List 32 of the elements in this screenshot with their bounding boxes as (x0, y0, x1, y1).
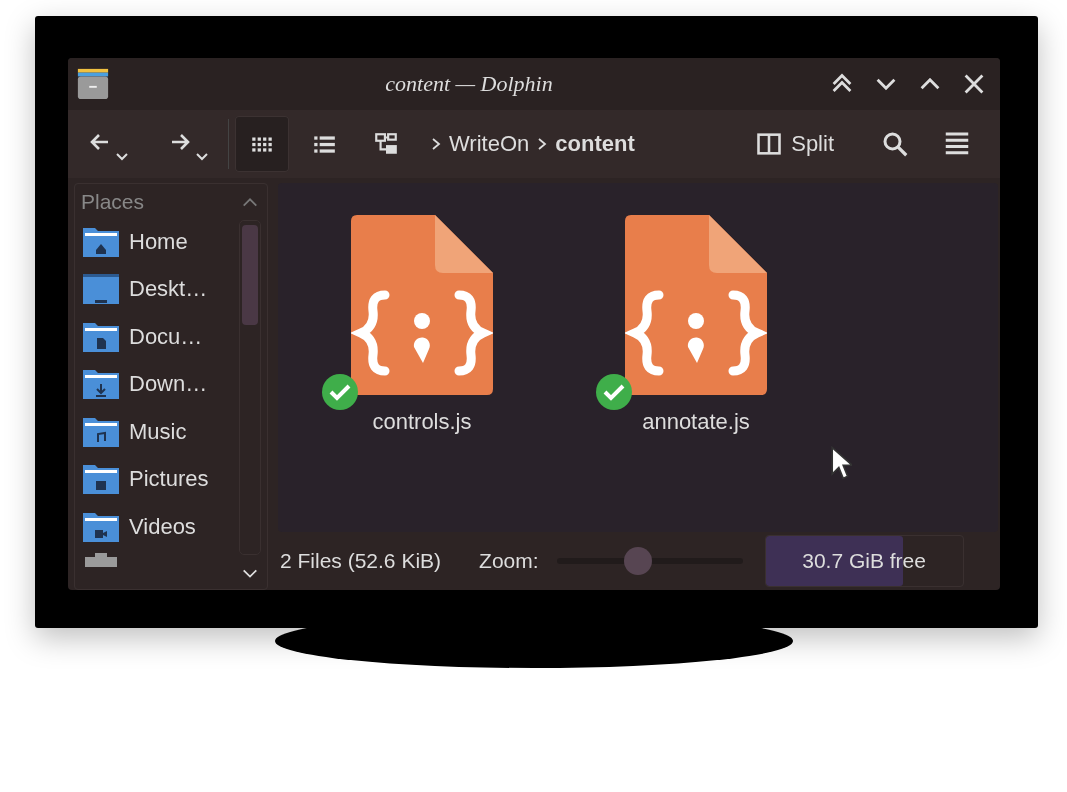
tree-icon (373, 131, 399, 157)
desktop-icon (83, 272, 119, 307)
file-name[interactable]: controls.js (372, 409, 472, 435)
breadcrumb-item[interactable]: content (555, 131, 635, 157)
zoom-slider[interactable] (556, 547, 743, 575)
folder-icon (83, 462, 119, 497)
javascript-file-icon (351, 215, 493, 395)
place-item[interactable]: Down… (83, 360, 239, 408)
place-item[interactable]: Home (83, 218, 239, 266)
place-item[interactable]: Pictures (83, 455, 239, 503)
free-space-label: 30.7 GiB free (802, 549, 926, 573)
scroll-up-icon[interactable] (241, 196, 259, 208)
file-name[interactable]: annotate.js (642, 409, 750, 435)
breadcrumb-item[interactable]: WriteOn (449, 131, 530, 157)
icons-view-button[interactable] (235, 116, 289, 172)
scrollbar[interactable] (239, 220, 261, 555)
panel-title: Places (81, 190, 145, 214)
zoom-label: Zoom: (479, 549, 539, 573)
place-item[interactable]: Docu… (83, 313, 239, 361)
split-button[interactable]: Split (755, 130, 834, 158)
place-item[interactable]: Videos (83, 503, 239, 551)
trash-icon (83, 552, 119, 567)
split-view-icon (755, 130, 784, 158)
drawer-icon (76, 67, 110, 101)
javascript-file-icon (625, 215, 767, 395)
status-summary: 2 Files (52.6 KiB) (280, 549, 442, 573)
place-item[interactable]: Deskt… (83, 265, 239, 313)
place-item[interactable]: Music (83, 408, 239, 456)
folder-icon (83, 367, 119, 402)
scroll-down-icon[interactable] (241, 567, 259, 579)
window-title: content — Dolphin (384, 71, 554, 97)
mouse-pointer-icon (830, 445, 852, 481)
